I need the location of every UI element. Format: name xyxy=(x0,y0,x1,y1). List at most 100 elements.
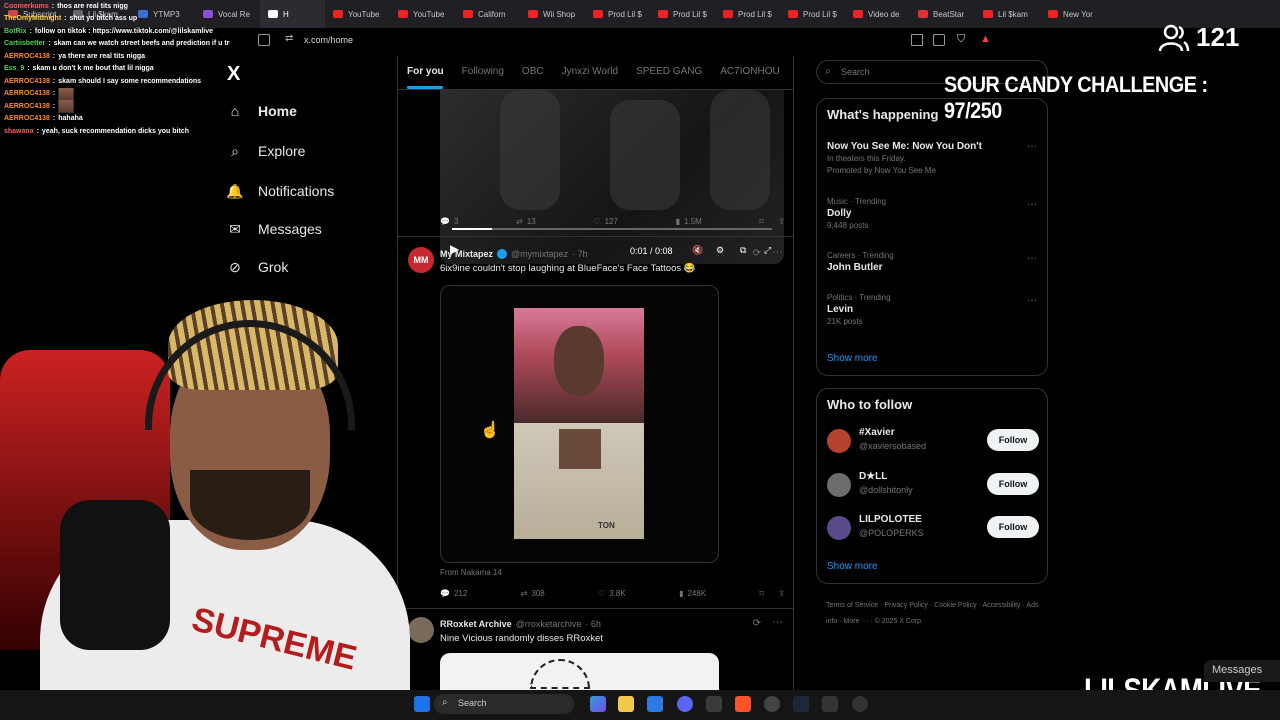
post-author-name[interactable]: My Mixtapez xyxy=(440,249,493,259)
video-progress-bar[interactable] xyxy=(452,228,772,230)
views-button[interactable]: ▮ 248K xyxy=(679,589,706,598)
footer-link[interactable]: Cookie Policy xyxy=(934,602,976,609)
browser-tab[interactable]: Prod Lil $ xyxy=(650,0,715,28)
avatar[interactable] xyxy=(827,516,851,540)
windows-start-icon[interactable] xyxy=(414,696,430,712)
discord-icon[interactable] xyxy=(677,696,693,712)
share-icon[interactable]: ⇪ xyxy=(778,217,785,226)
chat-username[interactable]: shawana xyxy=(4,127,34,137)
shield-icon[interactable]: ⛉ xyxy=(957,33,965,46)
repost-button[interactable]: ⇄ 13 xyxy=(516,217,536,226)
nav-item-messages[interactable]: ✉ Messages xyxy=(226,220,322,238)
browser-tab[interactable]: Lil $kam xyxy=(975,0,1040,28)
browser-tab[interactable]: Californ xyxy=(455,0,520,28)
account-handle[interactable]: @POLOPERKS xyxy=(859,528,924,538)
views-button[interactable]: ▮ 1.5M xyxy=(676,217,702,226)
chat-username[interactable]: AERROC4138 xyxy=(4,52,50,62)
post-author-name[interactable]: RRoxket Archive xyxy=(440,619,512,629)
chat-username[interactable]: AERROC4138 xyxy=(4,102,50,112)
chat-username[interactable]: AERROC4138 xyxy=(4,89,50,99)
browser-tab[interactable]: Prod Lil $ xyxy=(780,0,845,28)
footer-link[interactable]: Accessibility xyxy=(982,602,1020,609)
footer-link[interactable]: Terms of Service xyxy=(826,602,878,609)
follow-button[interactable]: Follow xyxy=(987,429,1039,451)
tab-obc[interactable]: OBC xyxy=(513,56,553,89)
suggested-account[interactable]: LILPOLOTEE @POLOPERKS Follow xyxy=(827,514,1039,544)
grok-icon[interactable]: ⟳ xyxy=(753,248,761,259)
more-icon[interactable]: ··· xyxy=(1027,141,1037,152)
tab-jynxzi-world[interactable]: Jynxzi World xyxy=(553,56,628,89)
share-icon[interactable] xyxy=(933,34,945,46)
account-name[interactable]: #Xavier xyxy=(859,427,895,438)
footer-link[interactable]: © 2025 X Corp. xyxy=(875,618,923,625)
footer-link[interactable]: Privacy Policy xyxy=(884,602,928,609)
account-name[interactable]: LILPOLOTEE xyxy=(859,514,922,525)
suggested-account[interactable]: D★LL @dollshitonly Follow xyxy=(827,471,1039,501)
avatar[interactable]: MM xyxy=(408,247,434,273)
chat-username[interactable]: TheOnlyMidnight xyxy=(4,14,61,24)
alert-icon[interactable]: ▲ xyxy=(980,33,991,45)
browser-tab[interactable]: H xyxy=(260,0,325,28)
more-icon[interactable]: ··· xyxy=(772,616,783,628)
store-icon[interactable] xyxy=(647,696,663,712)
show-more-link[interactable]: Show more xyxy=(827,561,878,572)
chat-username[interactable]: Cartiisbetter xyxy=(4,39,45,49)
footer-link[interactable]: More ··· xyxy=(844,618,869,625)
nav-item-grok[interactable]: ⊘ Grok xyxy=(226,258,288,276)
repost-button[interactable]: ⇄ 308 xyxy=(521,589,545,598)
trend-item[interactable]: Now You See Me: Now You Don't In theaters… xyxy=(827,139,1039,175)
reply-button[interactable]: 💬 212 xyxy=(440,589,467,598)
chat-username[interactable]: Ess_9 xyxy=(4,64,24,74)
trend-item[interactable]: Careers · Trending John Butler xyxy=(827,251,1039,275)
grok-icon[interactable]: ⟳ xyxy=(753,618,761,629)
avatar[interactable] xyxy=(827,473,851,497)
more-icon[interactable]: ··· xyxy=(1027,253,1037,264)
app-icon[interactable] xyxy=(706,696,722,712)
chat-username[interactable]: Coomerkums xyxy=(4,2,49,12)
browser-tab[interactable]: Video de xyxy=(845,0,910,28)
messages-drawer-tab[interactable]: Messages xyxy=(1204,660,1280,682)
bookmark-icon[interactable] xyxy=(258,34,270,46)
site-info-icon[interactable]: ⇄ xyxy=(285,33,293,44)
browser-tab[interactable]: Prod Lil $ xyxy=(715,0,780,28)
show-more-link[interactable]: Show more xyxy=(827,353,878,364)
app-icon[interactable] xyxy=(822,696,838,712)
trend-item[interactable]: Music · Trending Dolly 9,448 posts xyxy=(827,197,1039,230)
reply-button[interactable]: 💬 3 xyxy=(440,217,458,226)
nav-item-home[interactable]: ⌂ Home xyxy=(226,102,297,120)
tab-following[interactable]: Following xyxy=(453,56,513,89)
browser-tab[interactable]: BeatStar xyxy=(910,0,975,28)
chat-username[interactable]: BotRix xyxy=(4,27,27,37)
chat-username[interactable]: AERROC4138 xyxy=(4,77,50,87)
obs-icon[interactable] xyxy=(764,696,780,712)
file-explorer-icon[interactable] xyxy=(618,696,634,712)
copilot-icon[interactable] xyxy=(590,696,606,712)
post[interactable]: MM My Mixtapez @mymixtapez · 7h ⟳ ··· 6i… xyxy=(398,236,793,606)
like-button[interactable]: ♡ 3.8K xyxy=(598,589,626,598)
tab-ac7ionhou[interactable]: AC7IONHOU xyxy=(711,56,788,89)
bookmark-icon[interactable]: ⌑ xyxy=(760,589,764,598)
browser-tab[interactable]: YouTube xyxy=(325,0,390,28)
taskbar-search[interactable]: ⌕ Search xyxy=(434,694,574,714)
nav-item-notifications[interactable]: 🔔 Notifications xyxy=(226,182,334,200)
url-text[interactable]: x.com/home xyxy=(304,35,353,45)
post-author-handle[interactable]: @mymixtapez xyxy=(511,249,568,259)
app-icon[interactable] xyxy=(852,696,868,712)
nav-item-explore[interactable]: ⌕ Explore xyxy=(226,142,305,160)
screen-cast-icon[interactable] xyxy=(911,34,923,46)
browser-tab[interactable]: YouTube xyxy=(390,0,455,28)
trend-item[interactable]: Politics · Trending Levin 21K posts xyxy=(827,293,1039,326)
post-author-handle[interactable]: @rroxketarchive xyxy=(516,619,582,629)
account-handle[interactable]: @dollshitonly xyxy=(859,485,913,495)
more-icon[interactable]: ··· xyxy=(1027,199,1037,210)
follow-button[interactable]: Follow xyxy=(987,473,1039,495)
brave-browser-icon[interactable] xyxy=(735,696,751,712)
more-icon[interactable]: ··· xyxy=(1027,295,1037,306)
browser-tab[interactable]: Prod Lil $ xyxy=(585,0,650,28)
avatar[interactable] xyxy=(827,429,851,453)
bookmark-icon[interactable]: ⌑ xyxy=(760,217,764,226)
tab-for-you[interactable]: For you xyxy=(398,56,453,89)
post-time[interactable]: · 6h xyxy=(585,619,601,629)
more-icon[interactable]: ··· xyxy=(772,246,783,258)
browser-tab[interactable]: Wii Shop xyxy=(520,0,585,28)
